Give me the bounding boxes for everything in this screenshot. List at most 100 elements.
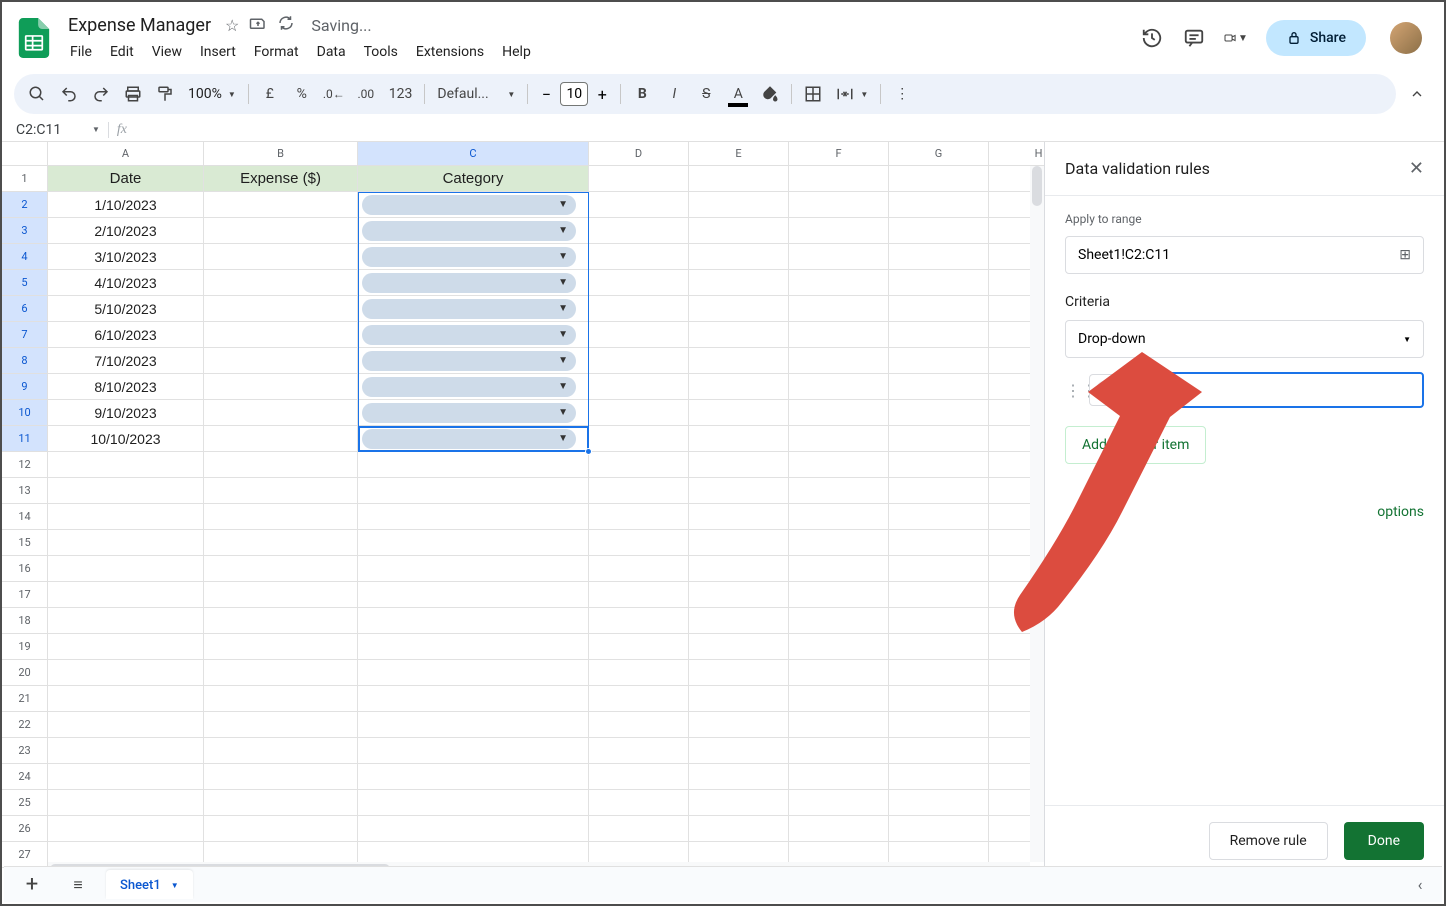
cell-A13[interactable]	[48, 478, 204, 504]
row-header-4[interactable]: 4	[2, 244, 48, 270]
cell-D14[interactable]	[589, 504, 689, 530]
cell-E1[interactable]	[689, 166, 789, 192]
dropdown-chip[interactable]: ▼	[362, 273, 576, 293]
cell-A24[interactable]	[48, 764, 204, 790]
cell-B8[interactable]	[204, 348, 358, 374]
select-all-corner[interactable]	[2, 142, 48, 166]
cell-D13[interactable]	[589, 478, 689, 504]
row-header-2[interactable]: 2	[2, 192, 48, 218]
cell-F24[interactable]	[789, 764, 889, 790]
cell-G14[interactable]	[889, 504, 989, 530]
cell-C1[interactable]: Category	[358, 166, 589, 192]
cell-E17[interactable]	[689, 582, 789, 608]
cell-G6[interactable]	[889, 296, 989, 322]
cell-B11[interactable]	[204, 426, 358, 452]
font-select[interactable]: Defaul...▼	[431, 79, 521, 109]
cell-A11[interactable]: 10/10/2023	[48, 426, 204, 452]
menu-insert[interactable]: Insert	[192, 40, 244, 64]
cell-C21[interactable]	[358, 686, 589, 712]
cell-A18[interactable]	[48, 608, 204, 634]
item-color-select[interactable]: ▼	[1089, 374, 1133, 406]
cell-A4[interactable]: 3/10/2023	[48, 244, 204, 270]
cell-E7[interactable]	[689, 322, 789, 348]
cell-F4[interactable]	[789, 244, 889, 270]
cell-D12[interactable]	[589, 452, 689, 478]
cell-B26[interactable]	[204, 816, 358, 842]
cell-D4[interactable]	[589, 244, 689, 270]
cell-F11[interactable]	[789, 426, 889, 452]
cell-C23[interactable]	[358, 738, 589, 764]
remove-rule-button[interactable]: Remove rule	[1209, 822, 1328, 860]
sheet-menu-icon[interactable]: ▼	[171, 881, 179, 890]
add-another-item-button[interactable]: Add another item	[1065, 426, 1206, 464]
cell-B15[interactable]	[204, 530, 358, 556]
cell-G15[interactable]	[889, 530, 989, 556]
menu-file[interactable]: File	[62, 40, 100, 64]
cell-B17[interactable]	[204, 582, 358, 608]
cell-E5[interactable]	[689, 270, 789, 296]
meet-button[interactable]: ▼	[1224, 26, 1248, 50]
col-header-C[interactable]: C	[358, 142, 589, 166]
cell-D21[interactable]	[589, 686, 689, 712]
cell-C20[interactable]	[358, 660, 589, 686]
cell-F25[interactable]	[789, 790, 889, 816]
cell-D22[interactable]	[589, 712, 689, 738]
cell-G22[interactable]	[889, 712, 989, 738]
menu-edit[interactable]: Edit	[102, 40, 142, 64]
cell-D6[interactable]	[589, 296, 689, 322]
sheet-tab[interactable]: Sheet1▼	[106, 870, 193, 899]
dropdown-chip[interactable]: ▼	[362, 325, 576, 345]
cell-D17[interactable]	[589, 582, 689, 608]
cell-A10[interactable]: 9/10/2023	[48, 400, 204, 426]
cell-D25[interactable]	[589, 790, 689, 816]
cell-F13[interactable]	[789, 478, 889, 504]
cell-C24[interactable]	[358, 764, 589, 790]
row-header-17[interactable]: 17	[2, 582, 48, 608]
cell-F18[interactable]	[789, 608, 889, 634]
cell-F8[interactable]	[789, 348, 889, 374]
row-header-7[interactable]: 7	[2, 322, 48, 348]
cell-A2[interactable]: 1/10/2023	[48, 192, 204, 218]
cell-E18[interactable]	[689, 608, 789, 634]
row-header-21[interactable]: 21	[2, 686, 48, 712]
cell-G16[interactable]	[889, 556, 989, 582]
row-header-13[interactable]: 13	[2, 478, 48, 504]
cell-C3[interactable]: ▼	[358, 218, 589, 244]
cell-A5[interactable]: 4/10/2023	[48, 270, 204, 296]
cell-B5[interactable]	[204, 270, 358, 296]
cell-B3[interactable]	[204, 218, 358, 244]
cell-E8[interactable]	[689, 348, 789, 374]
search-menus-icon[interactable]	[22, 79, 52, 109]
cell-C26[interactable]	[358, 816, 589, 842]
cell-E25[interactable]	[689, 790, 789, 816]
cell-B14[interactable]	[204, 504, 358, 530]
row-header-5[interactable]: 5	[2, 270, 48, 296]
merge-cells-icon[interactable]: ▼	[830, 79, 874, 109]
drag-handle-icon[interactable]: ⋮⋮	[1065, 381, 1077, 400]
vertical-scrollbar[interactable]	[1030, 166, 1044, 862]
cell-B25[interactable]	[204, 790, 358, 816]
borders-icon[interactable]	[798, 79, 828, 109]
add-sheet-icon[interactable]: +	[14, 867, 50, 903]
cell-F10[interactable]	[789, 400, 889, 426]
cell-G10[interactable]	[889, 400, 989, 426]
cell-A25[interactable]	[48, 790, 204, 816]
percent-icon[interactable]: %	[287, 79, 317, 109]
cell-D8[interactable]	[589, 348, 689, 374]
dropdown-chip[interactable]: ▼	[362, 377, 576, 397]
cell-C13[interactable]	[358, 478, 589, 504]
row-header-27[interactable]: 27	[2, 842, 48, 868]
cell-G21[interactable]	[889, 686, 989, 712]
cell-D20[interactable]	[589, 660, 689, 686]
share-button[interactable]: Share	[1266, 20, 1366, 56]
cell-F6[interactable]	[789, 296, 889, 322]
menu-tools[interactable]: Tools	[356, 40, 406, 64]
decrease-decimal-icon[interactable]: .0←	[319, 79, 349, 109]
cell-E15[interactable]	[689, 530, 789, 556]
dropdown-chip[interactable]: ▼	[362, 299, 576, 319]
cell-E2[interactable]	[689, 192, 789, 218]
dropdown-item-input[interactable]	[1145, 372, 1424, 408]
move-icon[interactable]	[249, 14, 267, 36]
cell-E24[interactable]	[689, 764, 789, 790]
row-header-25[interactable]: 25	[2, 790, 48, 816]
